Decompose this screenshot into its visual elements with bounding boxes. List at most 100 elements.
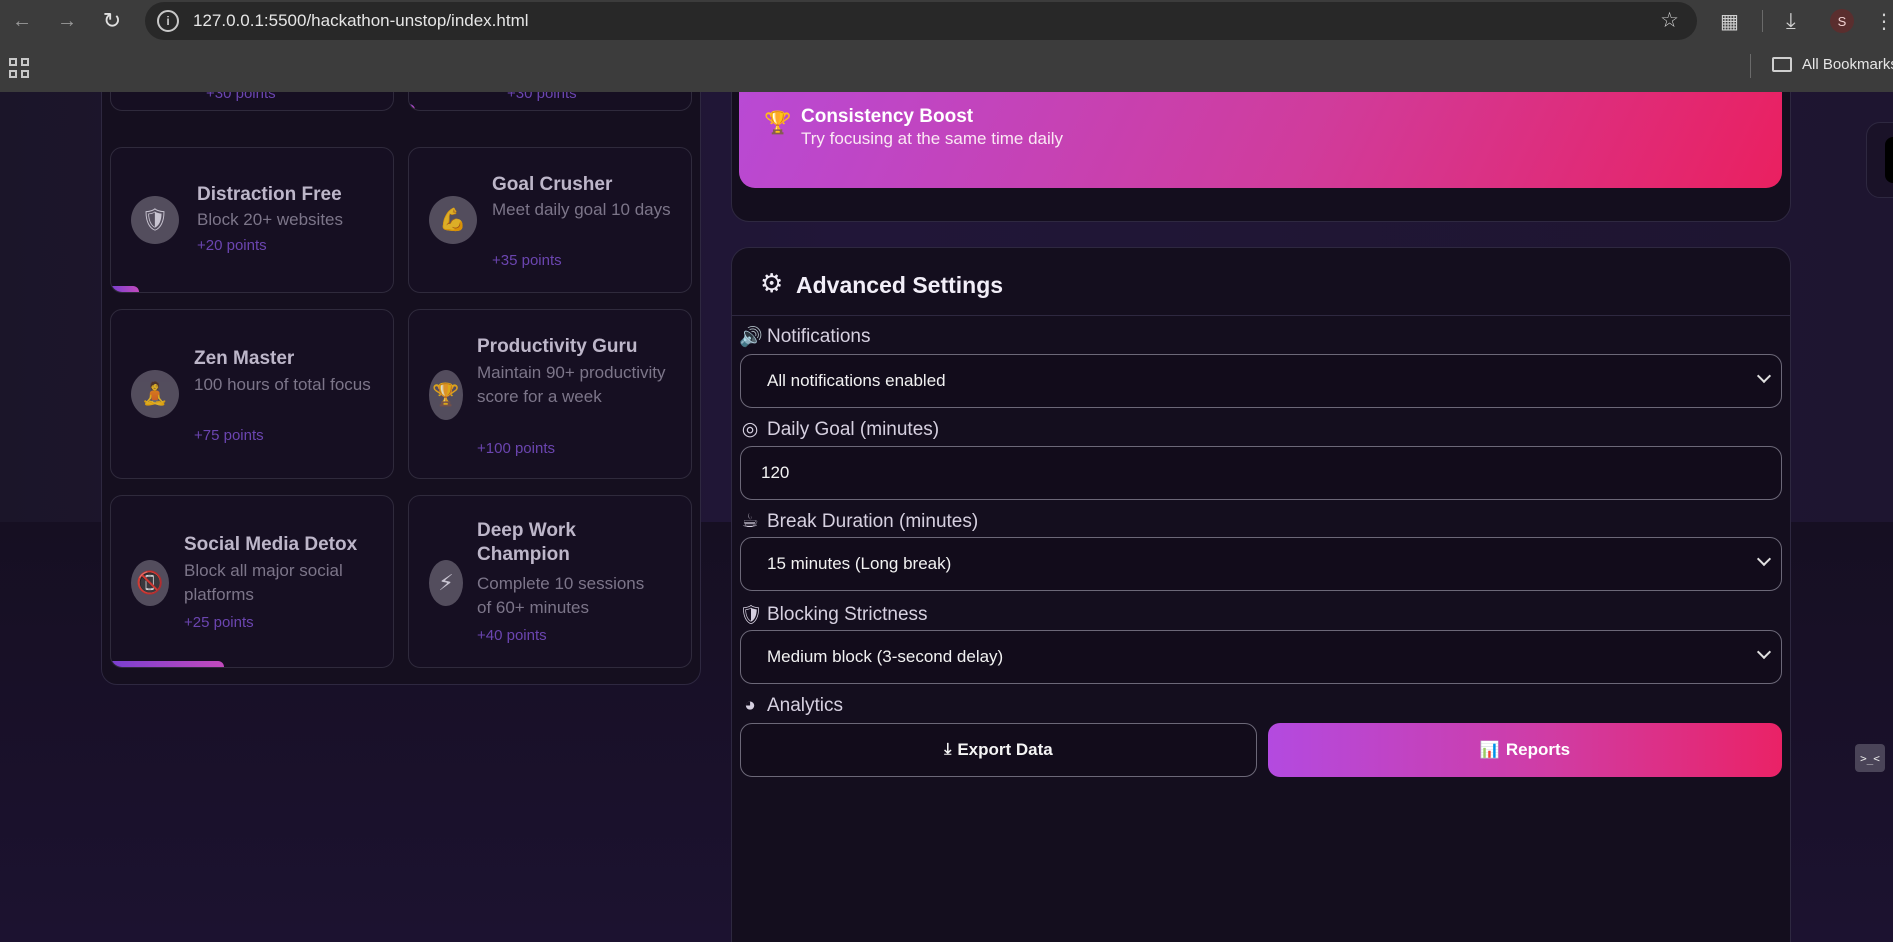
shield-icon: 🛡	[131, 196, 179, 244]
address-bar[interactable]: i 127.0.0.1:5500/hackathon-unstop/index.…	[145, 2, 1697, 40]
bookmark-star-icon[interactable]: ☆	[1660, 8, 1679, 33]
muscle-icon: 💪	[429, 196, 477, 244]
terminal-icon[interactable]: >_<	[1855, 744, 1885, 772]
notifications-select[interactable]: All notifications enabled	[740, 354, 1782, 408]
export-data-label: Export Data	[957, 740, 1053, 759]
advanced-settings-panel: ⚙ Advanced Settings 🔊 Notifications All …	[731, 247, 1791, 942]
bookmarks-bar: All Bookmarks	[0, 42, 1893, 92]
daily-goal-input[interactable]: 120	[740, 446, 1782, 500]
extensions-icon[interactable]: ▦	[1720, 0, 1739, 42]
achievement-progress-bar	[111, 286, 139, 292]
achievement-points: +40 points	[477, 627, 547, 644]
blocking-strictness-select[interactable]: Medium block (3-second delay)	[740, 630, 1782, 684]
speaker-icon: 🔊	[739, 327, 763, 348]
shield-icon: 🛡	[739, 605, 764, 626]
gear-icon: ⚙	[760, 268, 784, 298]
achievement-points: +20 points	[197, 237, 267, 254]
consistency-boost-banner: 🏆 Consistency Boost Try focusing at the …	[739, 92, 1782, 188]
achievement-card-deep-work-champion[interactable]: ⚡ Deep Work Champion Complete 10 session…	[408, 495, 692, 668]
no-phone-icon: 📵	[131, 560, 169, 606]
achievement-card-partial-left[interactable]: +30 points	[110, 92, 394, 111]
achievement-points: +30 points	[206, 92, 276, 102]
achievement-desc: Complete 10 sessions of 60+ minutes	[477, 574, 645, 617]
achievement-points: +100 points	[477, 440, 555, 457]
page-viewport: +30 points +30 points 🛡 Distraction Free…	[0, 92, 1893, 942]
blocking-strictness-value: Medium block (3-second delay)	[767, 647, 1004, 666]
achievement-points: +30 points	[507, 92, 577, 102]
forward-icon[interactable]: →	[52, 6, 82, 36]
achievement-title: Goal Crusher	[492, 174, 613, 195]
settings-title: Advanced Settings	[796, 272, 1004, 298]
notifications-label: 🔊 Notifications	[739, 325, 871, 349]
back-icon[interactable]: ←	[7, 6, 37, 36]
notifications-value: All notifications enabled	[767, 371, 946, 390]
achievement-card-goal-crusher[interactable]: 💪 Goal Crusher Meet daily goal 10 days +…	[408, 147, 692, 293]
daily-goal-label: ◎ Daily Goal (minutes)	[739, 418, 939, 441]
blocking-strictness-label-text: Blocking Strictness	[767, 604, 928, 625]
achievements-panel: +30 points +30 points 🛡 Distraction Free…	[101, 92, 701, 685]
achievement-title: Distraction Free	[197, 184, 342, 205]
achievement-points: +35 points	[492, 252, 562, 269]
trophy-icon: 🏆	[429, 370, 463, 420]
achievement-points: +25 points	[184, 614, 254, 631]
break-duration-value: 15 minutes (Long break)	[767, 554, 952, 573]
achievement-desc: Maintain 90+ productivity score for a we…	[477, 363, 666, 406]
download-icon: ⤓	[944, 741, 952, 758]
target-icon: ◎	[741, 419, 759, 440]
achievement-desc: Block 20+ websites	[197, 210, 343, 229]
apps-grid-icon[interactable]	[9, 58, 29, 78]
url-text[interactable]: 127.0.0.1:5500/hackathon-unstop/index.ht…	[193, 11, 529, 31]
toolbar-divider	[1762, 10, 1763, 32]
all-bookmarks-button[interactable]: All Bookmarks	[1772, 56, 1893, 73]
boost-title: Consistency Boost	[801, 106, 974, 127]
blocking-strictness-label: 🛡 Blocking Strictness	[739, 603, 928, 627]
achievement-progress-bar	[111, 661, 224, 667]
achievement-title: Productivity Guru	[477, 336, 638, 357]
pie-chart-icon: ◕	[744, 695, 756, 716]
reports-label: Reports	[1505, 740, 1571, 759]
profile-initial[interactable]: S	[1830, 9, 1854, 33]
menu-icon[interactable]: ⋮	[1874, 0, 1893, 42]
achievement-points: +75 points	[194, 427, 264, 444]
achievement-desc: 100 hours of total focus	[194, 375, 371, 394]
all-bookmarks-label: All Bookmarks	[1802, 56, 1893, 73]
floating-widget-inner	[1885, 137, 1893, 183]
break-duration-label-text: Break Duration (minutes)	[767, 510, 979, 532]
chevron-down-icon	[1756, 644, 1772, 660]
achievement-card-partial-right[interactable]: +30 points	[408, 92, 692, 111]
download-icon[interactable]: ⤓	[1786, 0, 1796, 42]
analytics-label-text: Analytics	[767, 695, 844, 716]
daily-goal-value: 120	[761, 463, 790, 482]
lightning-icon: ⚡	[429, 560, 463, 606]
achievement-card-productivity-guru[interactable]: 🏆 Productivity Guru Maintain 90+ product…	[408, 309, 692, 479]
settings-header: ⚙ Advanced Settings	[732, 248, 1790, 316]
export-data-button[interactable]: ⤓ Export Data	[740, 723, 1257, 777]
analytics-label: ◕ Analytics	[739, 695, 843, 717]
achievement-card-zen-master[interactable]: 🧘 Zen Master 100 hours of total focus +7…	[110, 309, 394, 479]
achievement-desc: Meet daily goal 10 days	[492, 200, 671, 219]
coffee-icon: ☕	[741, 511, 759, 532]
achievement-title: Deep Work Champion	[477, 520, 576, 565]
browser-toolbar: ← → ↻ i 127.0.0.1:5500/hackathon-unstop/…	[0, 0, 1893, 42]
profile-avatar[interactable]: S	[1830, 0, 1854, 42]
bookmarks-divider	[1750, 54, 1751, 78]
reports-button[interactable]: 📊 Reports	[1268, 723, 1782, 777]
achievement-title: Zen Master	[194, 348, 295, 369]
achievement-progress-bar	[409, 104, 415, 110]
floating-widget[interactable]	[1866, 122, 1893, 198]
break-duration-label: ☕ Break Duration (minutes)	[739, 510, 978, 533]
chevron-down-icon	[1756, 368, 1772, 384]
chevron-down-icon	[1756, 551, 1772, 567]
achievement-card-distraction-free[interactable]: 🛡 Distraction Free Block 20+ websites +2…	[110, 147, 394, 293]
meditation-icon: 🧘	[131, 370, 179, 418]
site-info-icon[interactable]: i	[157, 10, 179, 32]
trophy-icon: 🏆	[764, 110, 792, 135]
boost-subtitle: Try focusing at the same time daily	[801, 129, 1064, 148]
achievement-card-social-media-detox[interactable]: 📵 Social Media Detox Block all major soc…	[110, 495, 394, 668]
daily-goal-label-text: Daily Goal (minutes)	[767, 418, 940, 440]
notifications-label-text: Notifications	[767, 326, 871, 347]
break-duration-select[interactable]: 15 minutes (Long break)	[740, 537, 1782, 591]
reload-icon[interactable]: ↻	[97, 6, 127, 36]
achievement-title: Social Media Detox	[184, 534, 358, 555]
bar-chart-icon: 📊	[1479, 742, 1500, 759]
